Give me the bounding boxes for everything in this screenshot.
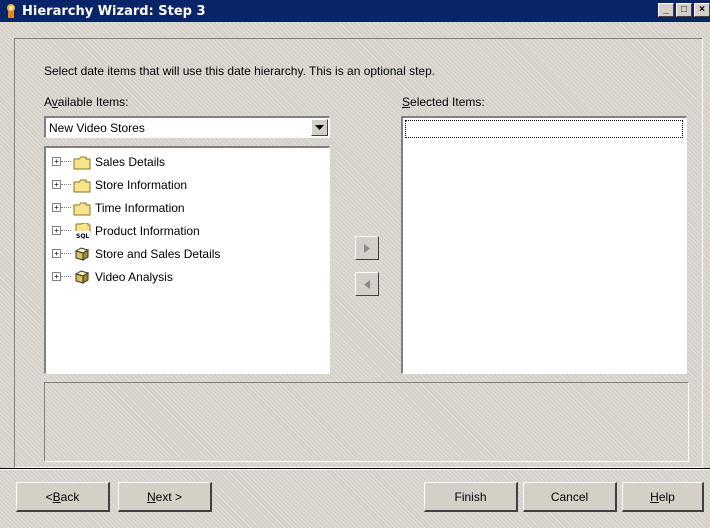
tree-item[interactable]: + Time Information [46,196,329,219]
available-source-select[interactable]: New Video Stores [44,116,330,138]
title-controls: _ □ × [658,3,710,17]
minimize-button[interactable]: _ [658,3,674,17]
combo-value: New Video Stores [49,120,145,135]
cube-icon [73,269,91,285]
available-items-label: Available Items: [44,95,129,109]
finish-button[interactable]: Finish [424,482,518,512]
tree-item[interactable]: + Store Information [46,173,329,196]
selected-items-list[interactable] [401,116,687,374]
expand-icon[interactable]: + [52,157,61,166]
expand-icon[interactable]: + [52,226,61,235]
back-button[interactable]: < Back [16,482,110,512]
arrow-left-icon [364,279,370,289]
folder-icon [73,177,91,193]
dropdown-arrow-button[interactable] [311,119,328,136]
close-button[interactable]: × [694,3,710,17]
cube-icon [73,246,91,262]
tree-item-label: Video Analysis [95,269,173,284]
chevron-down-icon [315,125,324,130]
expand-icon[interactable]: + [52,180,61,189]
remove-item-button[interactable] [355,272,379,296]
folder-icon [73,154,91,170]
tree-item-label: Time Information [95,200,185,215]
expand-icon[interactable]: + [52,249,61,258]
instructions-text: Select date items that will use this dat… [44,64,436,78]
tree-item-label: Product Information [95,223,200,238]
next-button[interactable]: Next > [118,482,212,512]
sql-table-icon: SQL [73,222,91,239]
help-button[interactable]: Help [622,482,704,512]
tree-item-label: Store Information [95,177,188,192]
wizard-icon [4,3,20,19]
expand-icon[interactable]: + [52,272,61,281]
add-item-button[interactable] [355,236,379,260]
expand-icon[interactable]: + [52,203,61,212]
available-items-tree[interactable]: + Sales Details + Store Information + Ti… [44,146,330,374]
maximize-button[interactable]: □ [676,3,692,17]
tree-item-label: Sales Details [95,154,166,169]
tree-item[interactable]: + Store and Sales Details [46,242,329,265]
folder-icon [73,200,91,216]
svg-text:SQL: SQL [76,233,89,239]
focus-indicator [405,120,683,138]
tree-item-label: Store and Sales Details [95,246,221,261]
cancel-button[interactable]: Cancel [523,482,617,512]
tree-item[interactable]: + Video Analysis [46,265,329,288]
wizard-window: Hierarchy Wizard: Step 3 _ □ × Select da… [0,0,710,528]
title-bar: Hierarchy Wizard: Step 3 _ □ × [0,0,710,22]
arrow-right-icon [364,243,370,253]
button-separator [0,468,710,470]
description-panel [44,382,689,462]
window-title: Hierarchy Wizard: Step 3 [22,3,206,19]
tree-item[interactable]: + Sales Details [46,150,329,173]
selected-items-label: Selected Items: [402,95,485,109]
tree-item[interactable]: + SQL Product Information [46,219,329,242]
